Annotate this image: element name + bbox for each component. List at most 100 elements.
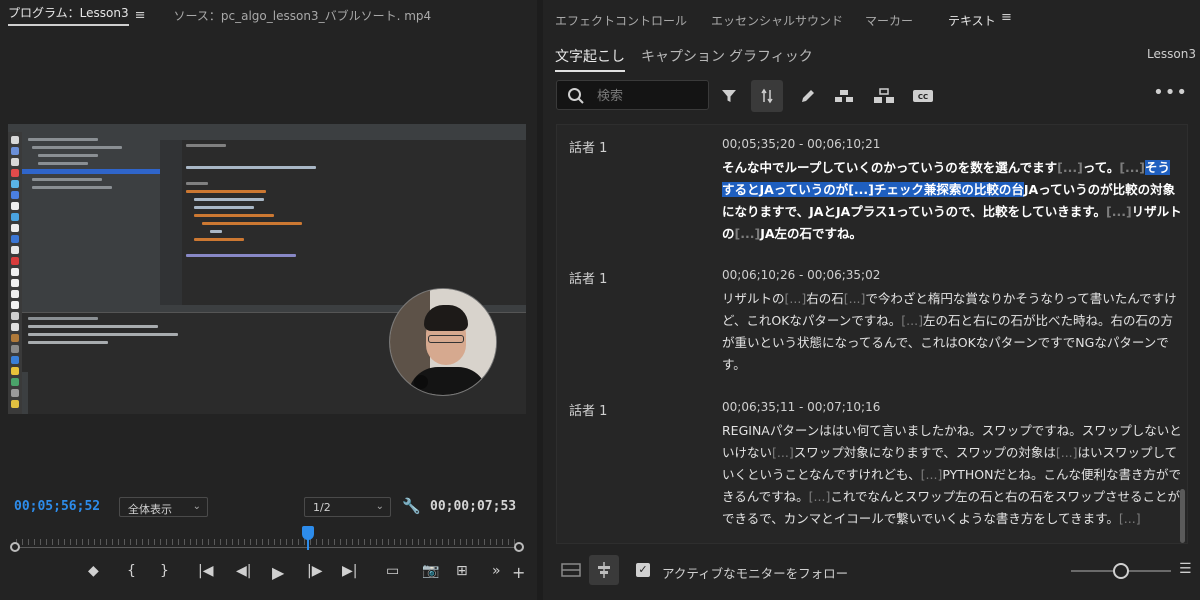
- program-monitor-tabs: プログラム：Lesson3 ≡ ソース：pc_algo_lesson3_バブルソ…: [0, 0, 537, 30]
- in-point-handle[interactable]: [10, 542, 20, 552]
- transcript-scrollbar[interactable]: [1180, 489, 1185, 543]
- pause-marker[interactable]: [...]: [1119, 511, 1141, 526]
- follow-monitor-label[interactable]: アクティブなモニターをフォロー: [662, 563, 848, 582]
- ide-side-panel: [22, 372, 28, 414]
- merge-segments-icon[interactable]: [828, 80, 860, 112]
- button-editor-icon[interactable]: +: [512, 563, 525, 582]
- follow-monitor-checkbox[interactable]: ✓: [636, 563, 650, 577]
- search-icon: [568, 88, 584, 104]
- sequence-name: Lesson3: [1147, 47, 1196, 61]
- tab-text[interactable]: テキスト: [948, 12, 996, 29]
- speaker-label[interactable]: 話者 1: [569, 400, 607, 419]
- tab-graphics[interactable]: グラフィック: [729, 46, 813, 66]
- highlighted-text[interactable]: [...]: [848, 182, 874, 197]
- tab-markers[interactable]: マーカー: [865, 12, 913, 29]
- comparison-view-icon[interactable]: ⊞: [456, 563, 468, 579]
- transcript-footer: ✓ アクティブなモニターをフォロー ☰: [543, 555, 1200, 587]
- mark-in-icon[interactable]: {: [127, 563, 136, 579]
- segment-timecode: 00;05;35;20 - 00;06;10;21: [722, 137, 881, 151]
- filter-icon[interactable]: [713, 80, 745, 112]
- out-point-handle[interactable]: [514, 542, 524, 552]
- panel-menu-icon[interactable]: ≡: [135, 8, 146, 23]
- transcript-toolbar: CC •••: [543, 78, 1200, 114]
- text-panel: エフェクトコントロール エッセンシャルサウンド マーカー テキスト ≡ 文字起こ…: [543, 0, 1200, 600]
- more-options-icon[interactable]: •••: [1153, 82, 1188, 103]
- zoom-level-value: 全体表示: [128, 503, 172, 516]
- current-timecode[interactable]: 00;05;56;52: [14, 499, 100, 514]
- resolution-value: 1/2: [313, 501, 331, 514]
- overflow-icon[interactable]: »: [492, 563, 501, 579]
- segment-text[interactable]: そんな中でループしていくのかっていうのを数を選んでます[...]って。[...]…: [722, 157, 1182, 245]
- microphone-icon: [414, 375, 428, 389]
- pause-marker[interactable]: [...]: [921, 467, 943, 482]
- step-back-icon[interactable]: ◀|: [236, 563, 251, 579]
- closed-captions-icon[interactable]: CC: [907, 80, 939, 112]
- text-run[interactable]: そんな中でループしていくのかっていうのを数を選んでます: [722, 160, 1057, 175]
- text-run[interactable]: って。: [1083, 160, 1120, 175]
- speaker-label[interactable]: 話者 1: [569, 137, 607, 156]
- zoom-level-select[interactable]: 全体表示 ⌄: [119, 497, 208, 517]
- text-run[interactable]: リザルトの: [722, 291, 785, 306]
- pause-marker[interactable]: [...]: [901, 313, 923, 328]
- text-run[interactable]: スワップ対象になりますで、スワップの対象は: [794, 445, 1056, 460]
- playback-resolution-select[interactable]: 1/2 ⌄: [304, 497, 391, 517]
- adjust-settings-icon[interactable]: ☰: [1179, 561, 1192, 577]
- go-to-out-icon[interactable]: ▶|: [342, 563, 357, 579]
- pause-marker[interactable]: [...]: [1056, 445, 1078, 460]
- align-segments-icon[interactable]: [589, 555, 619, 585]
- tab-program[interactable]: プログラム：Lesson3: [8, 0, 129, 30]
- panel-tabs: エフェクトコントロール エッセンシャルサウンド マーカー テキスト ≡: [543, 0, 1200, 38]
- tab-effect-controls[interactable]: エフェクトコントロール: [555, 12, 687, 29]
- timeline-view-icon[interactable]: [556, 555, 586, 585]
- search-box[interactable]: [556, 80, 709, 110]
- transport-controls: ◆ { } |◀ ◀| ▶ |▶ ▶| ▭ 📷 ⊞ » +: [0, 563, 537, 585]
- speaker-icon[interactable]: [868, 80, 900, 112]
- search-input[interactable]: [597, 87, 697, 105]
- timecode-row: 00;05;56;52 全体表示 ⌄ 1/2 ⌄ 🔧 00;00;07;53: [0, 496, 537, 520]
- pause-marker[interactable]: [...]: [809, 489, 831, 504]
- tab-transcript[interactable]: 文字起こし: [555, 46, 625, 72]
- text-run[interactable]: JA左の石ですね。: [760, 226, 862, 241]
- go-to-in-icon[interactable]: |◀: [198, 563, 213, 579]
- play-icon[interactable]: ▶: [272, 563, 284, 582]
- segment-text[interactable]: REGINAパターンははい何て言いましたかね。スワップですね。スワップしないとい…: [722, 420, 1182, 530]
- ide-project-tree: [22, 132, 160, 322]
- pause-marker[interactable]: [...]: [844, 291, 866, 306]
- export-frame-icon[interactable]: 📷: [422, 563, 439, 579]
- pause-marker[interactable]: [...]: [1106, 204, 1132, 219]
- highlighted-text[interactable]: チェック兼探索の比較の台: [873, 182, 1024, 197]
- pause-marker[interactable]: [...]: [772, 445, 794, 460]
- split-segment-icon[interactable]: [751, 80, 783, 112]
- transcript-list: 話者 1 00;05;35;20 - 00;06;10;21 そんな中でループし…: [556, 124, 1188, 544]
- pause-marker[interactable]: [...]: [735, 226, 761, 241]
- pencil-icon[interactable]: [792, 80, 824, 112]
- text-run[interactable]: 右の石: [806, 291, 844, 306]
- text-subtabs: 文字起こし キャプション グラフィック Lesson3: [543, 38, 1200, 72]
- pause-marker[interactable]: [...]: [1057, 160, 1083, 175]
- tab-essential-sound[interactable]: エッセンシャルサウンド: [711, 12, 843, 29]
- webcam-overlay: [389, 288, 497, 396]
- add-marker-icon[interactable]: ◆: [88, 563, 99, 579]
- app-window: プログラム：Lesson3 ≡ ソース：pc_algo_lesson3_バブルソ…: [0, 0, 1200, 600]
- panel-menu-icon[interactable]: ≡: [1001, 10, 1012, 25]
- pause-marker[interactable]: [...]: [785, 291, 807, 306]
- safe-margins-icon[interactable]: ▭: [386, 563, 399, 579]
- segment-text[interactable]: リザルトの[...]右の石[...]で今わざと楕円な賞なりかそうなりって書いたん…: [722, 288, 1182, 376]
- duration-timecode: 00;00;07;53: [430, 499, 517, 514]
- speaker-label[interactable]: 話者 1: [569, 268, 607, 287]
- timeline-scrubber[interactable]: [10, 524, 524, 554]
- ide-titlebar: [8, 124, 526, 132]
- text-size-slider-thumb[interactable]: [1113, 563, 1129, 579]
- timeline-ticks: [16, 539, 520, 545]
- timeline-track: [16, 547, 520, 548]
- ide-app-dock: [8, 132, 22, 414]
- wrench-icon[interactable]: 🔧: [402, 497, 421, 515]
- chevron-down-icon: ⌄: [192, 501, 201, 512]
- svg-text:CC: CC: [918, 93, 928, 101]
- pause-marker[interactable]: [...]: [1119, 160, 1145, 175]
- mark-out-icon[interactable]: }: [160, 563, 169, 579]
- segment-timecode: 00;06;35;11 - 00;07;10;16: [722, 400, 881, 414]
- step-forward-icon[interactable]: |▶: [307, 563, 322, 579]
- tab-captions[interactable]: キャプション: [641, 46, 725, 66]
- tab-source[interactable]: ソース：pc_algo_lesson3_バブルソート. mp4: [174, 7, 432, 24]
